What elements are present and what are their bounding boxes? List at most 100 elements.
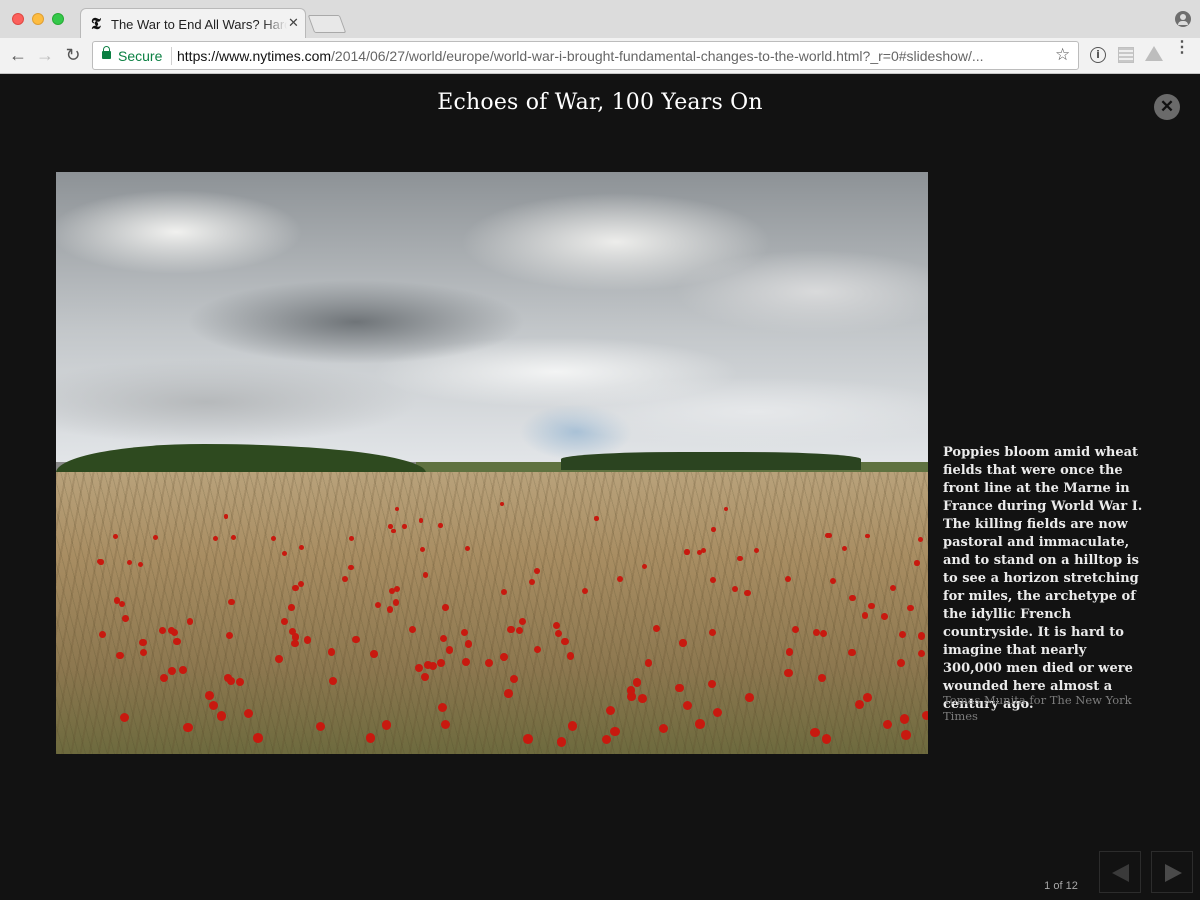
poppy-dot (652, 624, 660, 632)
slideshow-title: Echoes of War, 100 Years On (437, 90, 763, 115)
address-bar[interactable]: Secure https://www.nytimes.com/2014/06/2… (92, 41, 1079, 70)
poppy-dot (341, 576, 348, 582)
poppy-dot (158, 626, 166, 634)
poppy-dot (288, 604, 295, 611)
poppy-dot (626, 685, 636, 695)
poppy-dot (270, 535, 276, 541)
poppy-dot (644, 658, 653, 667)
photo-caption: Poppies bloom amid wheat fields that wer… (943, 445, 1143, 712)
poppy-dot (921, 711, 928, 721)
poppy-dot (785, 576, 792, 582)
poppy-dot (609, 726, 620, 737)
poppy-dot (898, 630, 906, 638)
poppy-dot (684, 549, 690, 555)
info-extension-icon[interactable]: i (1090, 47, 1106, 63)
nyt-favicon-icon: 𝕿 (91, 14, 101, 33)
poppy-dot (173, 637, 181, 646)
back-arrow-icon[interactable]: ← (7, 44, 29, 66)
poppy-dot (485, 658, 494, 667)
tab-title: The War to End All Wars? Hard (111, 17, 287, 32)
profile-icon[interactable] (1175, 11, 1191, 27)
poppy-dot (849, 594, 856, 602)
poppy-dot (291, 633, 300, 641)
poppy-dot (152, 534, 158, 540)
poppy-dot (438, 523, 443, 528)
poppy-dot (99, 630, 107, 638)
poppy-dot (914, 560, 920, 566)
browser-tabstrip: 𝕿 The War to End All Wars? Hard ✕ (0, 0, 1200, 38)
photo-wheat-field (56, 472, 928, 754)
browser-tab[interactable]: 𝕿 The War to End All Wars? Hard ✕ (80, 8, 306, 38)
poppy-dot (281, 550, 288, 556)
poppy-dot (394, 506, 399, 511)
window-minimize-button[interactable] (32, 13, 44, 25)
photo-treeline-right (561, 452, 861, 470)
poppy-dot (225, 631, 234, 639)
poppy-dot (381, 720, 392, 730)
poppy-dot (445, 646, 454, 654)
lock-icon (102, 46, 111, 59)
poppy-dot (167, 666, 176, 675)
poppy-dot (391, 528, 396, 534)
poppy-dot (388, 587, 395, 594)
poppy-dot (291, 639, 299, 647)
poppy-dot (785, 647, 794, 656)
poppy-dot (98, 559, 104, 565)
poppy-dot (829, 578, 836, 585)
poppy-dot (460, 628, 468, 637)
poppy-dot (252, 733, 263, 744)
poppy-dot (507, 626, 515, 634)
poppy-dot (712, 707, 722, 718)
poppy-dot (637, 694, 647, 704)
forward-arrow-icon[interactable]: → (34, 44, 56, 66)
poppy-dot (552, 621, 560, 629)
poppy-dot (139, 638, 147, 646)
poppy-dot (827, 532, 833, 538)
poppy-dot (386, 606, 394, 613)
poppy-dot (679, 639, 687, 647)
poppy-dot (848, 648, 856, 657)
poppy-dot (298, 580, 305, 587)
previous-slide-button[interactable] (1099, 851, 1141, 893)
poppy-dot (695, 719, 705, 729)
poppy-dot (183, 722, 193, 733)
poppy-dot (414, 663, 423, 672)
tab-close-icon[interactable]: ✕ (288, 16, 299, 30)
poppy-dot (581, 587, 589, 594)
poppy-dot (710, 576, 716, 583)
drive-extension-icon[interactable] (1145, 46, 1163, 61)
window-close-button[interactable] (12, 13, 24, 25)
browser-toolbar: ← → ↻ Secure https://www.nytimes.com/201… (0, 38, 1200, 74)
close-slideshow-button[interactable]: ✕ (1154, 94, 1180, 120)
poppy-dot (420, 672, 430, 681)
window-zoom-button[interactable] (52, 13, 64, 25)
url-text[interactable]: https://www.nytimes.com/2014/06/27/world… (177, 48, 1047, 64)
poppy-dot (522, 734, 533, 744)
poppy-dot (274, 654, 283, 663)
next-slide-button[interactable] (1151, 851, 1193, 893)
browser-menu-icon[interactable]: ⋮ (1172, 40, 1192, 56)
poppy-dot (745, 692, 755, 702)
extension-grid-icon[interactable] (1118, 47, 1134, 63)
poppy-dot (881, 613, 888, 620)
previous-arrow-icon (1112, 864, 1129, 882)
poppy-dot (617, 576, 624, 582)
poppy-dot (899, 714, 910, 724)
poppy-dot (327, 647, 336, 656)
poppy-dot (864, 533, 870, 539)
reload-icon[interactable]: ↻ (62, 44, 84, 66)
poppy-dot (567, 721, 578, 731)
poppy-dot (167, 626, 175, 634)
poppy-dot (519, 617, 527, 625)
poppy-dot (442, 604, 449, 611)
poppy-dot (392, 599, 400, 606)
url-path: /2014/06/27/world/europe/world-war-i-bro… (331, 48, 984, 64)
poppy-dot (918, 536, 924, 542)
poppy-dot (896, 658, 905, 667)
new-tab-button[interactable] (307, 15, 347, 33)
poppy-dot (918, 632, 926, 640)
poppy-dot (594, 516, 599, 521)
poppy-dot (500, 653, 509, 661)
slide-counter: 1 of 12 (1044, 880, 1078, 892)
bookmark-star-icon[interactable]: ☆ (1055, 45, 1070, 65)
